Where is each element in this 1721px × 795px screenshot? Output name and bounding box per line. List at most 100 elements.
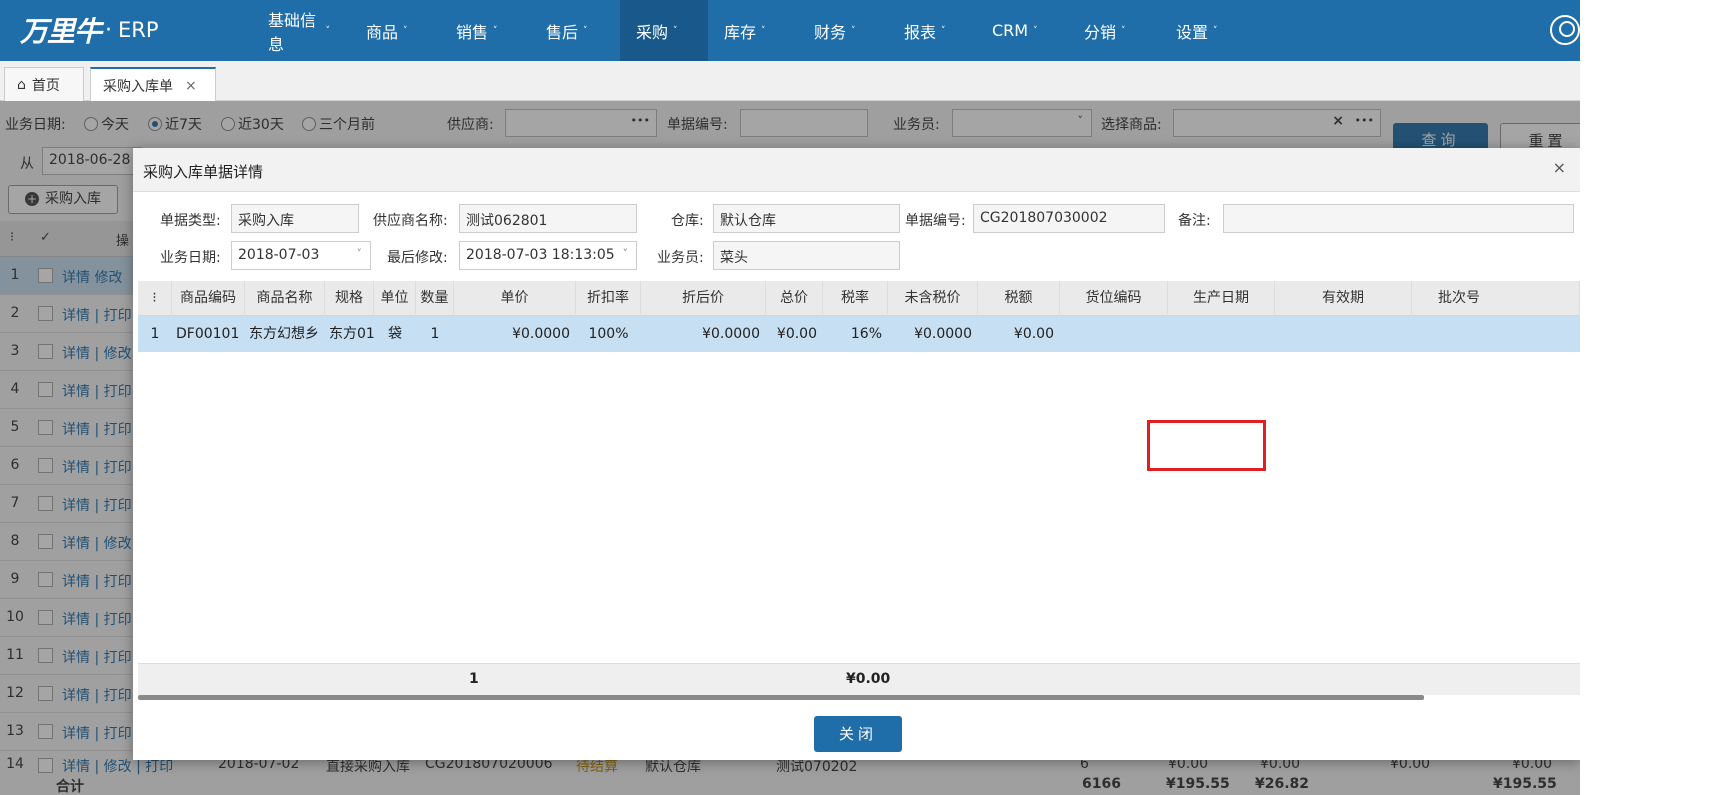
column-header[interactable]: 商品编码 <box>172 281 245 316</box>
chevron-down-icon: ˅ <box>356 247 363 260</box>
cell-spec: 东方01 <box>329 326 374 342</box>
cell-prod-date <box>1168 316 1275 352</box>
column-header[interactable]: 有效期 <box>1275 281 1412 316</box>
cell-num: 1 <box>150 326 160 342</box>
cell-tax: ¥0.00 <box>1013 326 1054 342</box>
dialog-close-icon[interactable]: × <box>1553 158 1566 177</box>
nav-item-6[interactable]: 财务 ˅ <box>798 0 888 61</box>
top-navbar: 万里牛 · ERP 基础信息 ˅ 商品 ˅ 销售 ˅ 售后 ˅ 采购 ˅ 库存 ˅ 财务 ˅ 报表 ˅ CRM ˅… <box>0 0 1580 61</box>
remark-label: 备注: <box>1178 213 1211 229</box>
column-header[interactable]: 商品名称 <box>245 281 325 316</box>
home-icon: ⌂ <box>17 76 26 93</box>
grid-header: ⁝ 商品编码 商品名称 规格 单位 数量 单价 折扣率 折后价 总价 税率 未含税价 税额 货位编码 生产日… <box>138 281 1580 316</box>
column-header[interactable]: 批次号 <box>1412 281 1580 316</box>
column-header[interactable]: 总价 <box>766 281 823 316</box>
chevron-down-icon: ˅ <box>1121 25 1126 36</box>
chevron-down-icon: ˅ <box>1213 25 1218 36</box>
cell-total: ¥0.00 <box>776 326 817 342</box>
bizdate-value: 2018-07-03 <box>238 247 320 263</box>
modified-field: 2018-07-03 18:13:05 ˅ <box>459 241 637 270</box>
chevron-down-icon: ˅ <box>583 25 588 36</box>
column-header[interactable]: 未含税价 <box>888 281 978 316</box>
chevron-down-icon: ˅ <box>1033 25 1038 36</box>
nav-item-label: 采购 <box>636 22 669 42</box>
warehouse-field: 默认仓库 <box>713 204 900 233</box>
bizdate-field: 2018-07-03 ˅ <box>231 241 371 270</box>
tab-close-icon[interactable]: × <box>185 78 197 94</box>
supplier-name-label: 供应商名称: <box>373 213 448 229</box>
chevron-down-icon: ˅ <box>403 25 408 36</box>
dialog-title: 采购入库单据详情 <box>143 163 264 181</box>
column-header[interactable]: 单价 <box>454 281 576 316</box>
tab-purchase-in[interactable]: 采购入库单 × <box>90 67 216 102</box>
cell-tax-rate: 16% <box>850 326 882 342</box>
staff-label: 业务员: <box>657 250 704 266</box>
nav-item-label: 库存 <box>724 22 757 42</box>
grid-footer: 1 ¥0.00 <box>138 663 1580 695</box>
nav-item-label: 分销 <box>1084 22 1117 42</box>
supplier-name-field: 测试062801 <box>459 204 637 233</box>
column-header[interactable]: 折后价 <box>641 281 766 316</box>
cell-pretax: ¥0.0000 <box>914 326 972 342</box>
modified-label: 最后修改: <box>387 250 448 266</box>
dialog-header: 采购入库单据详情 × <box>133 148 1580 192</box>
type-field: 采购入库 <box>231 204 359 233</box>
nav-item-1[interactable]: 商品 ˅ <box>350 0 440 61</box>
column-header[interactable]: 税率 <box>823 281 888 316</box>
footer-total-sum: ¥0.00 <box>846 671 891 687</box>
nav-item-label: 基础信息 <box>268 10 317 54</box>
chevron-down-icon: ˅ <box>325 25 331 36</box>
column-header[interactable]: 规格 <box>325 281 374 316</box>
nav-item-4[interactable]: 采购 ˅ <box>620 0 708 61</box>
horizontal-scrollbar[interactable] <box>138 695 1424 700</box>
column-header[interactable]: 数量 <box>416 281 454 316</box>
tab-purchase-in-label: 采购入库单 <box>103 78 173 95</box>
nav-item-label: 售后 <box>546 22 579 42</box>
brand-dot: · <box>105 17 113 43</box>
user-icon[interactable] <box>1550 15 1580 45</box>
nav-item-10[interactable]: 设置 ˅ <box>1160 0 1250 61</box>
purchase-detail-dialog: 采购入库单据详情 × 单据类型: 采购入库 供应商名称: 测试062801 仓库… <box>133 148 1580 760</box>
nav-item-9[interactable]: 分销 ˅ <box>1068 0 1160 61</box>
erp-app: 万里牛 · ERP 基础信息 ˅ 商品 ˅ 销售 ˅ 售后 ˅ 采购 ˅ 库存 ˅ 财务 ˅ 报表 ˅ CRM ˅… <box>0 0 1580 795</box>
column-header[interactable]: 折扣率 <box>576 281 641 316</box>
column-menu-icon[interactable]: ⁝ <box>138 281 172 316</box>
column-header[interactable]: 生产日期 <box>1168 281 1275 316</box>
detail-grid: ⁝ 商品编码 商品名称 规格 单位 数量 单价 折扣率 折后价 总价 税率 未含税价 税额 货位编码 生产日… <box>138 281 1580 681</box>
chevron-down-icon: ˅ <box>622 247 629 260</box>
cell-name: 东方幻想乡 <box>249 326 319 342</box>
cell-qty: 1 <box>430 326 440 342</box>
cell-code: DF00101 <box>176 326 240 342</box>
staff-field: 菜头 <box>713 241 900 270</box>
nav-item-0[interactable]: 基础信息 ˅ <box>252 0 350 61</box>
column-header[interactable]: 税额 <box>978 281 1060 316</box>
cell-expiry <box>1275 316 1412 352</box>
cell-price: ¥0.0000 <box>512 326 570 342</box>
warehouse-label: 仓库: <box>671 213 704 229</box>
close-button[interactable]: 关闭 <box>814 716 902 752</box>
brand-name: ERP <box>118 18 159 42</box>
nav-item-label: CRM <box>992 21 1029 40</box>
nav-item-5[interactable]: 库存 ˅ <box>708 0 798 61</box>
brand-logo[interactable]: 万里牛 · ERP <box>20 10 159 50</box>
chevron-down-icon: ˅ <box>673 25 678 36</box>
nav-item-7[interactable]: 报表 ˅ <box>888 0 976 61</box>
nav-item-3[interactable]: 售后 ˅ <box>530 0 620 61</box>
tab-home[interactable]: ⌂ 首页 <box>4 67 84 101</box>
cell-location <box>1060 316 1168 352</box>
column-header[interactable]: 单位 <box>374 281 416 316</box>
grid-row[interactable]: 1 DF00101 东方幻想乡 东方01 袋 1 ¥0.0000 100% ¥0.0000 ¥0.… <box>138 316 1580 352</box>
type-label: 单据类型: <box>160 213 221 229</box>
nav-item-label: 报表 <box>904 22 937 42</box>
column-header[interactable]: 货位编码 <box>1060 281 1168 316</box>
main-menu: 基础信息 ˅ 商品 ˅ 销售 ˅ 售后 ˅ 采购 ˅ 库存 ˅ 财务 ˅ 报表 ˅ CRM ˅ 分销 ˅ 设置 ˅ <box>252 0 1250 61</box>
chevron-down-icon: ˅ <box>493 25 498 36</box>
nav-item-label: 销售 <box>456 22 489 42</box>
nav-item-2[interactable]: 销售 ˅ <box>440 0 530 61</box>
nav-item-label: 设置 <box>1176 22 1209 42</box>
cell-discount: 100% <box>588 326 629 342</box>
chevron-down-icon: ˅ <box>851 25 856 36</box>
brand-mark: 万里牛 <box>20 15 102 48</box>
nav-item-8[interactable]: CRM ˅ <box>976 0 1068 61</box>
footer-qty-sum: 1 <box>469 671 479 687</box>
